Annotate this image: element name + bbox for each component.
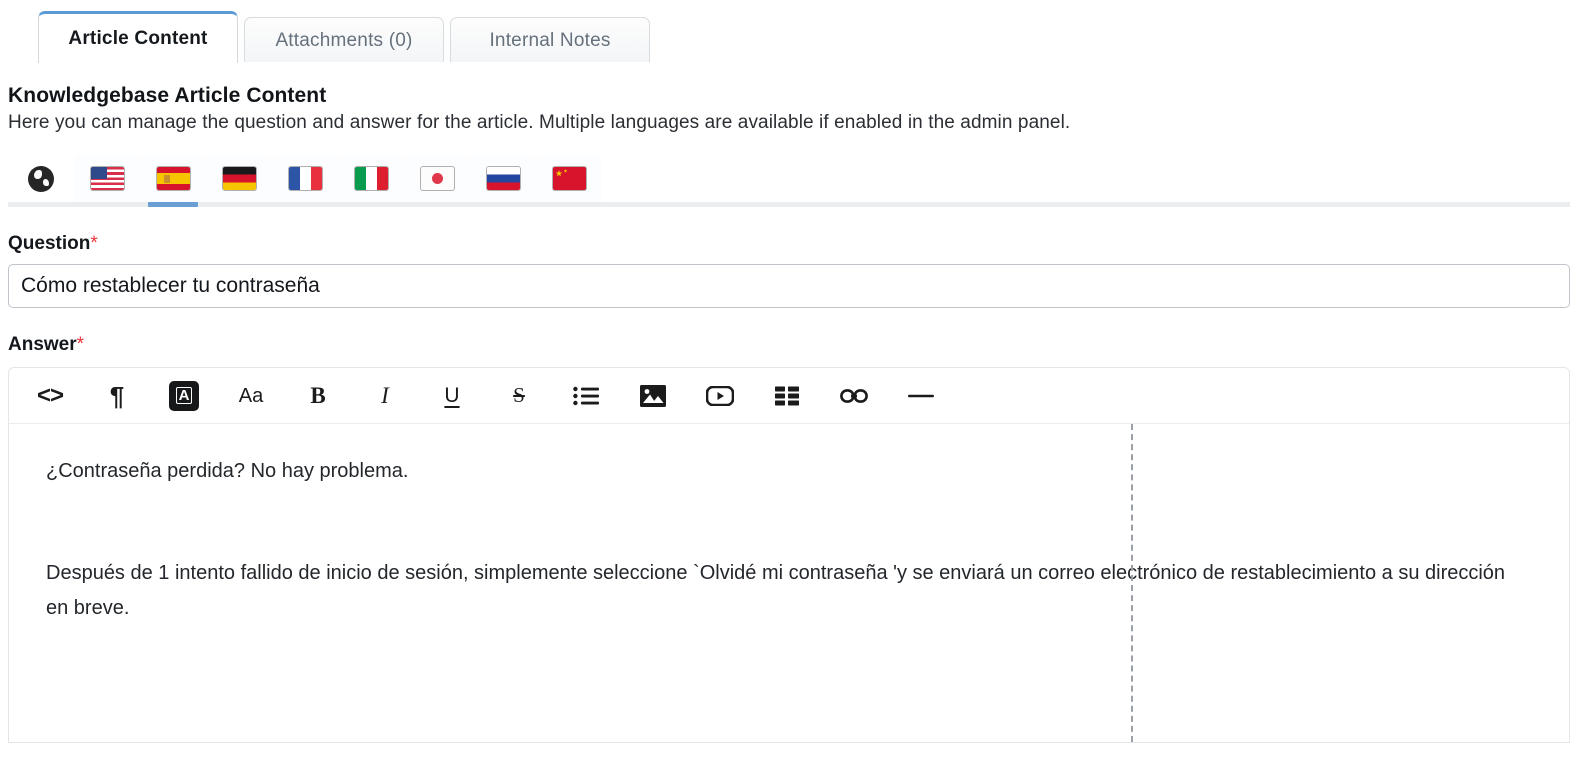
tab-article-content[interactable]: Article Content bbox=[38, 11, 238, 65]
answer-editor-content[interactable]: ¿Contraseña perdida? No hay problema. De… bbox=[9, 424, 1569, 742]
horizontal-rule-icon[interactable] bbox=[904, 379, 938, 413]
language-tab-italian[interactable] bbox=[338, 155, 404, 202]
language-tab-bar bbox=[8, 155, 1570, 207]
bullet-list-icon[interactable] bbox=[569, 379, 603, 413]
flag-ru-icon bbox=[486, 167, 520, 190]
table-icon[interactable] bbox=[770, 379, 804, 413]
flag-de-icon bbox=[222, 167, 256, 190]
bold-icon[interactable]: B bbox=[301, 379, 335, 413]
flag-es-icon bbox=[156, 167, 190, 190]
image-icon[interactable] bbox=[636, 379, 670, 413]
globe-icon bbox=[28, 165, 54, 192]
flag-jp-icon bbox=[420, 167, 454, 190]
language-tab-russian[interactable] bbox=[470, 155, 536, 202]
answer-paragraph: ¿Contraseña perdida? No hay problema. bbox=[46, 460, 409, 482]
link-icon[interactable] bbox=[837, 379, 871, 413]
video-icon[interactable] bbox=[703, 379, 737, 413]
answer-paragraph: Después de 1 intento fallido de inicio d… bbox=[46, 561, 1506, 620]
language-tab-global[interactable] bbox=[8, 155, 74, 202]
flag-cn-icon bbox=[552, 167, 586, 190]
tab-label: Internal Notes bbox=[489, 29, 611, 51]
flag-fr-icon bbox=[288, 167, 322, 190]
required-marker: * bbox=[76, 334, 85, 355]
font-color-swatch: A bbox=[169, 380, 199, 411]
tab-label: Article Content bbox=[68, 27, 208, 49]
language-tab-french[interactable] bbox=[272, 155, 338, 202]
source-code-icon[interactable]: <> bbox=[33, 379, 67, 413]
language-tab-english[interactable] bbox=[74, 155, 140, 202]
language-tab-chinese[interactable] bbox=[536, 155, 602, 202]
font-size-icon[interactable]: Aa bbox=[234, 379, 268, 413]
answer-label-text: Answer bbox=[8, 334, 77, 355]
strikethrough-icon[interactable]: S bbox=[502, 379, 536, 413]
flag-us-icon bbox=[90, 167, 124, 190]
question-label-text: Question bbox=[8, 233, 91, 254]
italic-icon[interactable]: I bbox=[368, 379, 402, 413]
paragraph-icon[interactable]: ¶ bbox=[100, 379, 134, 413]
page-body: Knowledgebase Article Content Here you c… bbox=[0, 84, 1578, 743]
question-input[interactable] bbox=[8, 264, 1570, 308]
tab-internal-notes[interactable]: Internal Notes bbox=[450, 17, 650, 63]
editor-guide-line bbox=[1131, 424, 1133, 742]
underline-icon[interactable]: U bbox=[435, 379, 469, 413]
font-color-icon[interactable]: A bbox=[167, 379, 201, 413]
answer-editor: <> ¶ A Aa B I U S ¿Contraseña perdida? N… bbox=[8, 367, 1570, 743]
answer-label: Answer* bbox=[8, 334, 1570, 356]
editor-toolbar: <> ¶ A Aa B I U S bbox=[9, 368, 1569, 424]
question-label: Question* bbox=[8, 233, 1570, 255]
language-tab-japanese[interactable] bbox=[404, 155, 470, 202]
required-marker: * bbox=[90, 233, 98, 254]
page-title: Knowledgebase Article Content bbox=[8, 84, 327, 107]
tab-label: Attachments (0) bbox=[275, 29, 413, 51]
tab-bar: Article Content Attachments (0) Internal… bbox=[0, 0, 1578, 65]
tab-attachments[interactable]: Attachments (0) bbox=[244, 17, 444, 63]
language-tab-german[interactable] bbox=[206, 155, 272, 202]
page-description: Here you can manage the question and ans… bbox=[8, 112, 1071, 133]
flag-it-icon bbox=[354, 167, 388, 190]
language-tab-spanish[interactable] bbox=[140, 155, 206, 207]
